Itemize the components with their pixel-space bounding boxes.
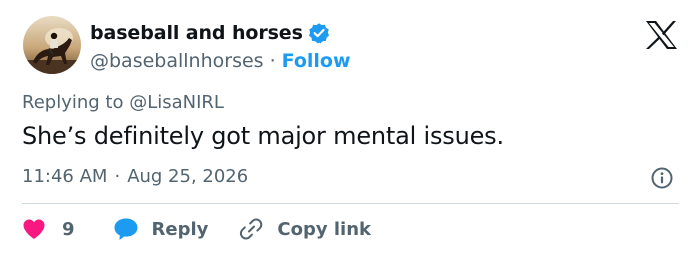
tweet-embed-card: baseball and horses @baseballnhorses · F… — [0, 0, 700, 256]
copy-link-label: Copy link — [277, 218, 371, 240]
divider — [22, 203, 679, 204]
like-button[interactable]: 9 — [22, 218, 75, 240]
author-block: baseball and horses @baseballnhorses · F… — [90, 19, 351, 75]
reply-bubble-icon — [113, 217, 139, 241]
info-icon[interactable] — [650, 166, 674, 190]
author-display-name[interactable]: baseball and horses — [90, 22, 303, 44]
like-count: 9 — [62, 218, 75, 240]
tweet-time: 11:46 AM — [22, 166, 108, 187]
reply-button[interactable]: Reply — [113, 217, 209, 241]
name-row: baseball and horses — [90, 19, 351, 47]
timestamp-separator: · — [114, 166, 121, 187]
avatar[interactable] — [23, 16, 81, 74]
action-bar: 9 Reply Copy link — [22, 214, 371, 244]
heart-icon — [22, 218, 46, 240]
link-icon — [238, 217, 264, 241]
copy-link-button[interactable]: Copy link — [238, 217, 371, 241]
tweet-text: She’s definitely got major mental issues… — [22, 122, 504, 150]
reply-context: Replying to @LisaNIRL — [22, 92, 224, 113]
reply-context-prefix: Replying to — [22, 92, 124, 113]
verified-badge-icon — [308, 22, 330, 44]
x-logo-icon[interactable] — [644, 20, 678, 50]
horse-rider-avatar-icon — [23, 16, 81, 74]
tweet-date: Aug 25, 2026 — [127, 166, 249, 187]
follow-button[interactable]: Follow — [282, 50, 351, 72]
author-handle[interactable]: @baseballnhorses — [90, 50, 264, 72]
handle-separator: · — [269, 50, 276, 72]
reply-to-handle[interactable]: @LisaNIRL — [129, 92, 224, 113]
handle-row: @baseballnhorses · Follow — [90, 47, 351, 75]
timestamp[interactable]: 11:46 AM · Aug 25, 2026 — [22, 166, 248, 187]
reply-label: Reply — [151, 218, 209, 240]
